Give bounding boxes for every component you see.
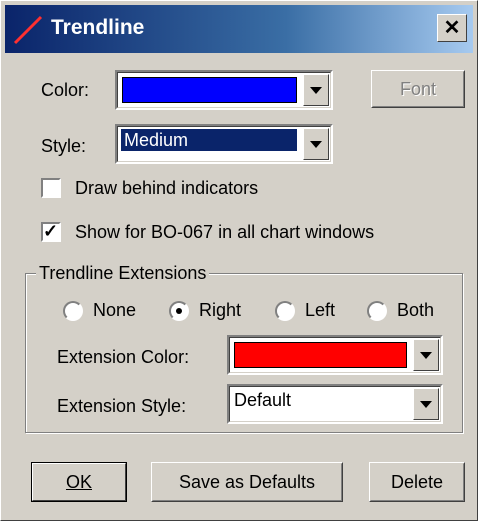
save-defaults-button[interactable]: Save as Defaults	[151, 462, 343, 502]
radio-left[interactable]	[275, 301, 295, 321]
color-dropdown[interactable]	[115, 70, 333, 110]
title-bar[interactable]: Trendline ✕	[5, 5, 473, 53]
extension-style-dropdown[interactable]: Default	[227, 384, 443, 424]
radio-selected-dot	[176, 308, 182, 314]
chevron-down-icon	[310, 141, 322, 148]
extension-color-dropdown[interactable]	[227, 335, 443, 375]
line-color-swatch	[122, 77, 297, 103]
extensions-group-title: Trendline Extensions	[36, 262, 210, 284]
extension-style-dropdown-button[interactable]	[413, 388, 439, 420]
radio-none-label[interactable]: None	[93, 299, 136, 321]
extension-style-label: Extension Style:	[57, 396, 187, 416]
style-value: Medium	[121, 129, 297, 151]
extension-color-swatch	[234, 342, 407, 368]
style-dropdown-button[interactable]	[303, 128, 329, 160]
style-dropdown[interactable]: Medium	[115, 124, 333, 164]
extension-color-dropdown-button[interactable]	[413, 339, 439, 371]
delete-button-label: Delete	[390, 472, 444, 492]
show-all-checkbox[interactable]: ✓	[41, 221, 61, 242]
close-button[interactable]: ✕	[437, 14, 467, 42]
close-icon: ✕	[443, 17, 461, 39]
check-icon: ✓	[43, 221, 59, 241]
draw-behind-checkbox[interactable]	[41, 178, 61, 198]
chevron-down-icon	[310, 87, 322, 94]
draw-behind-label[interactable]: Draw behind indicators	[75, 177, 258, 199]
radio-both-label[interactable]: Both	[397, 299, 434, 321]
dialog-title: Trendline	[51, 16, 145, 39]
font-button[interactable]: Font	[371, 70, 465, 108]
chevron-down-icon	[420, 401, 432, 408]
extension-color-label: Extension Color:	[57, 347, 190, 367]
ok-button-label: OK	[65, 472, 92, 492]
radio-right-label[interactable]: Right	[199, 299, 241, 321]
chevron-down-icon	[420, 352, 432, 359]
color-dropdown-button[interactable]	[303, 74, 329, 106]
radio-none[interactable]	[63, 301, 83, 321]
style-label: Style:	[41, 136, 87, 156]
radio-both[interactable]	[367, 301, 387, 321]
ok-button[interactable]: OK	[31, 462, 127, 502]
radio-left-label[interactable]: Left	[305, 299, 335, 321]
save-defaults-button-label: Save as Defaults	[178, 472, 316, 492]
color-label: Color:	[41, 80, 90, 100]
extension-style-value: Default	[234, 390, 292, 410]
font-button-label: Font	[399, 79, 437, 99]
show-all-label[interactable]: Show for BO-067 in all chart windows	[75, 221, 374, 243]
delete-button[interactable]: Delete	[369, 462, 465, 502]
radio-right[interactable]	[169, 301, 189, 321]
trendline-dialog: Trendline ✕ Color: Font Style: Medium Dr…	[0, 0, 478, 521]
trendline-icon	[13, 15, 43, 45]
